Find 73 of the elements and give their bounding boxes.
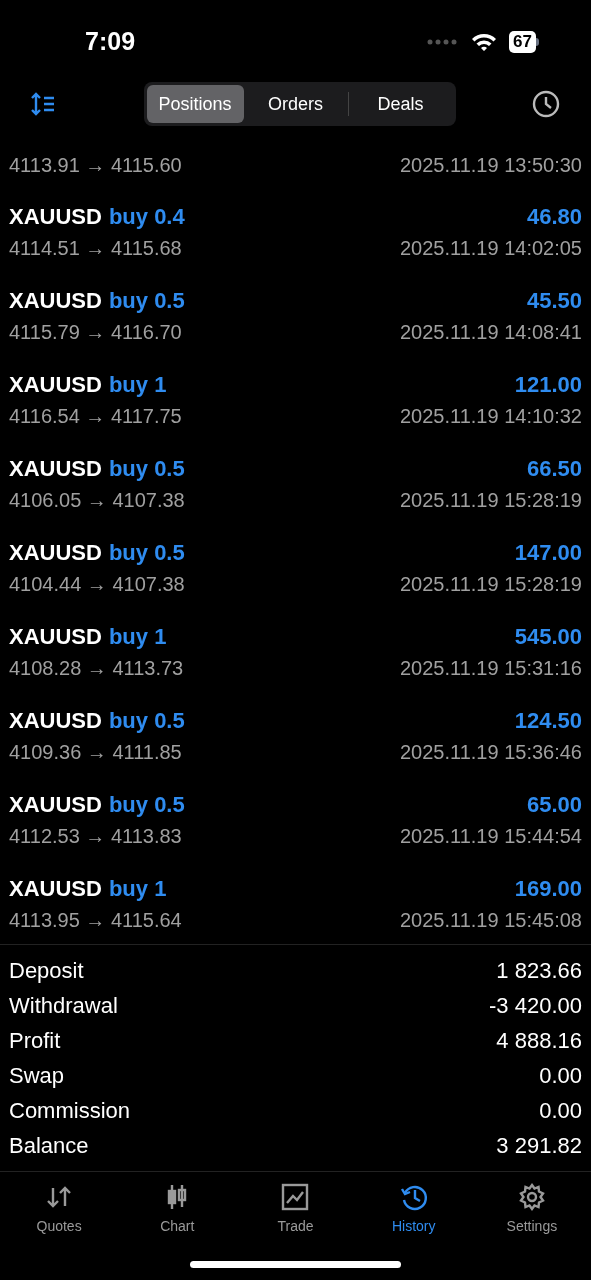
price-range: 4113.95 → 4115.64	[9, 908, 182, 933]
summary-label: Commission	[9, 1097, 131, 1125]
summary-value: 0.00	[539, 1062, 582, 1090]
trade-time: 2025.11.19 15:31:16	[399, 656, 582, 681]
trade-time: 2025.11.19 15:36:46	[399, 740, 582, 765]
symbol-name: XAUUSD	[9, 538, 102, 567]
trade-time: 2025.11.19 15:45:08	[399, 908, 582, 933]
trade-profit: 46.80	[526, 202, 582, 231]
clock-icon[interactable]	[531, 89, 561, 119]
symbol-name: XAUUSD	[9, 202, 102, 231]
trade-profit: 147.00	[514, 538, 582, 567]
trade-side: buy 0.5	[108, 286, 185, 315]
trade-side: buy 0.5	[108, 790, 185, 819]
segment-tab[interactable]: Deals	[348, 85, 453, 123]
trade-profit: 169.00	[514, 874, 582, 903]
wifi-icon	[471, 32, 498, 52]
summary-value: 0.00	[539, 1097, 582, 1125]
trade-profit: 121.00	[514, 370, 582, 399]
trade-time: 2025.11.19 14:10:32	[399, 404, 582, 429]
trade-side: buy 0.5	[108, 454, 185, 483]
summary-label: Profit	[9, 1027, 61, 1055]
segment-tab[interactable]: Positions	[146, 85, 244, 123]
price-range: 4112.53 → 4113.83	[9, 824, 182, 849]
symbol-name: XAUUSD	[9, 706, 102, 735]
trade-profit: 66.50	[526, 454, 582, 483]
trade-side: buy 0.4	[108, 202, 185, 231]
tab-bar-item[interactable]: Trade	[236, 1182, 355, 1237]
summary-value: 1 823.66	[496, 957, 582, 985]
trade-side: buy 1	[108, 370, 167, 399]
summary-value: 4 888.16	[496, 1027, 582, 1055]
trade-time: 2025.11.19 15:28:19	[399, 572, 582, 597]
price-range: 4114.51 → 4115.68	[9, 236, 182, 261]
summary-label: Balance	[9, 1132, 89, 1160]
line-chart-icon	[280, 1182, 311, 1212]
tab-bar-item[interactable]: Quotes	[0, 1182, 119, 1237]
trade-time: 2025.11.19 14:02:05	[399, 236, 582, 261]
trade-side: buy 0.5	[108, 706, 185, 735]
trade-profit: 124.50	[514, 706, 582, 735]
symbol-name: XAUUSD	[9, 370, 102, 399]
summary-label: Swap	[9, 1062, 65, 1090]
price-range: 4108.28 → 4113.73	[9, 656, 184, 681]
summary-value: 3 291.82	[496, 1132, 582, 1160]
trade-time: 2025.11.19 13:50:30	[399, 153, 582, 178]
price-range: 4116.54 → 4117.75	[9, 404, 182, 429]
trade-side: buy 0.5	[108, 538, 185, 567]
battery-level: 67	[509, 31, 536, 53]
trade-time: 2025.11.19 15:28:19	[399, 488, 582, 513]
price-range: 4106.05 → 4107.38	[9, 488, 185, 513]
trade-time: 2025.11.19 15:44:54	[399, 824, 582, 849]
symbol-name: XAUUSD	[9, 454, 102, 483]
trade-time: 2025.11.19 14:08:41	[399, 320, 582, 345]
trade-profit: 545.00	[514, 622, 582, 651]
tab-bar-item[interactable]: Chart	[118, 1182, 237, 1237]
trade-side: buy 1	[108, 874, 167, 903]
symbol-name: XAUUSD	[9, 790, 102, 819]
segment-tab[interactable]: Orders	[243, 85, 348, 123]
tab-bar-item[interactable]: Settings	[472, 1182, 591, 1237]
trade-side: buy 1	[108, 622, 167, 651]
price-range: 4104.44 → 4107.38	[9, 572, 185, 597]
price-range: 4115.79 → 4116.70	[9, 320, 182, 345]
summary-label: Withdrawal	[9, 992, 118, 1020]
symbol-name: XAUUSD	[9, 874, 102, 903]
clock-time: 7:09	[85, 26, 136, 58]
symbol-name: XAUUSD	[9, 622, 102, 651]
price-range: 4113.91 → 4115.60	[9, 153, 182, 178]
summary-label: Deposit	[9, 957, 84, 985]
trade-profit: 65.00	[526, 790, 582, 819]
symbol-name: XAUUSD	[9, 286, 102, 315]
sort-icon[interactable]	[30, 92, 56, 116]
summary-value: -3 420.00	[489, 992, 582, 1020]
tab-bar-item[interactable]: History	[354, 1182, 473, 1237]
trade-profit: 45.50	[526, 286, 582, 315]
price-range: 4109.36 → 4111.85	[9, 740, 182, 765]
